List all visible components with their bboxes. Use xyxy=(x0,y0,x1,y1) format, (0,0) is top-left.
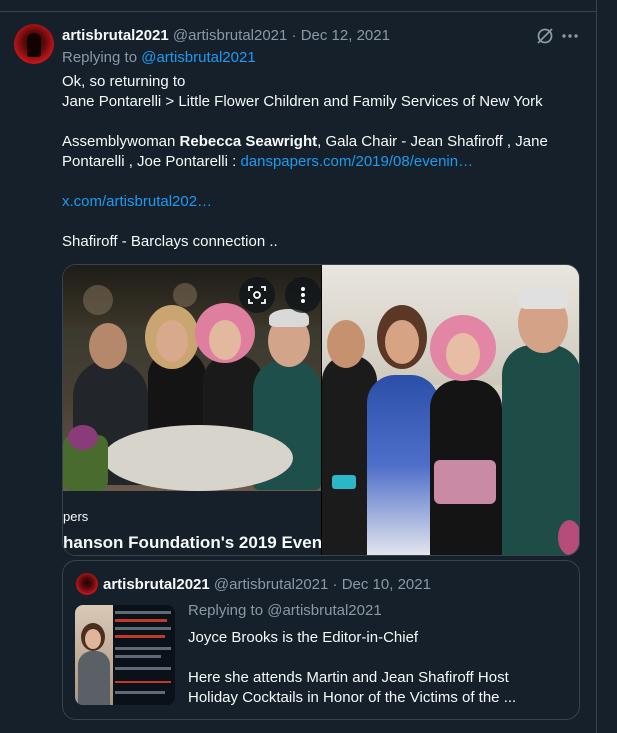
display-name[interactable]: artisbrutal2021 xyxy=(62,27,169,44)
tweet-line: Pontarelli , Joe Pontarelli : danspapers… xyxy=(62,152,582,172)
replying-prefix: Replying to xyxy=(62,49,142,66)
options-button[interactable] xyxy=(285,277,321,313)
tweet-text: Ok, so returning to Jane Pontarelli > Li… xyxy=(62,72,582,252)
tweet-line: Shafiroff - Barclays connection .. xyxy=(62,233,278,250)
separator-dot: · xyxy=(291,27,297,44)
event-photo-1[interactable] xyxy=(63,265,321,491)
quoted-thumbnail xyxy=(75,605,175,705)
card-title[interactable]: hanson Foundation's 2019 Eveni… xyxy=(63,533,321,553)
quoted-text: Joyce Brooks is the Editor-in-Chief Here… xyxy=(188,628,568,708)
x-link[interactable]: x.com/artisbrutal202… xyxy=(62,193,212,210)
quoted-replying-to: Replying to @artisbrutal2021 xyxy=(188,602,382,619)
quoted-line: Here she attends Martin and Jean Shafiro… xyxy=(188,669,509,686)
tweet-line: Jane Pontarelli > Little Flower Children… xyxy=(62,93,543,110)
tweet-text-fragment: Pontarelli , Joe Pontarelli : xyxy=(62,153,241,170)
tweet-line: Assemblywoman Rebecca Seawright, Gala Ch… xyxy=(62,132,582,152)
quoted-header: artisbrutal2021 @artisbrutal2021 · Dec 1… xyxy=(103,575,431,595)
avatar[interactable] xyxy=(14,24,54,64)
replying-handle-link[interactable]: @artisbrutal2021 xyxy=(141,49,255,66)
quoted-avatar xyxy=(76,573,98,595)
previous-tweet-divider xyxy=(0,0,597,12)
tweet-date[interactable]: Dec 12, 2021 xyxy=(301,27,390,44)
timeline-column: artisbrutal2021 @artisbrutal2021 · Dec 1… xyxy=(0,0,597,733)
event-photo-2[interactable] xyxy=(322,265,579,555)
quoted-tweet[interactable]: artisbrutal2021 @artisbrutal2021 · Dec 1… xyxy=(62,560,580,720)
quoted-handle: @artisbrutal2021 xyxy=(213,576,329,593)
quoted-display-name: artisbrutal2021 xyxy=(103,576,210,593)
tweet-text-fragment: , Gala Chair - Jean Shafiroff , Jane xyxy=(317,133,548,150)
quoted-line: Holiday Cocktails in Honor of the Victim… xyxy=(188,689,517,706)
tweet-header: artisbrutal2021 @artisbrutal2021 · Dec 1… xyxy=(62,26,390,46)
quoted-line: Joyce Brooks is the Editor-in-Chief xyxy=(188,629,419,646)
card-domain: pers xyxy=(63,509,89,524)
quoted-date: Dec 10, 2021 xyxy=(341,576,431,593)
mention-bold: Rebecca Seawright xyxy=(179,133,318,150)
tweet-line: Ok, so returning to xyxy=(62,73,186,90)
vertical-dots-icon xyxy=(301,287,305,303)
tweet-text-fragment: Assemblywoman xyxy=(62,133,180,150)
replying-to: Replying to @artisbrutal2021 xyxy=(62,48,256,68)
lens-button[interactable] xyxy=(239,277,275,313)
separator-dot: · xyxy=(332,576,338,593)
handle[interactable]: @artisbrutal2021 xyxy=(173,27,287,44)
tweet-line: x.com/artisbrutal202… xyxy=(62,192,582,212)
media-grid: pers hanson Foundation's 2019 Eveni… xyxy=(62,264,580,556)
more-icon[interactable] xyxy=(560,26,580,46)
lens-icon xyxy=(248,286,266,304)
danspapers-link[interactable]: danspapers.com/2019/08/evenin… xyxy=(240,153,473,170)
grok-icon[interactable] xyxy=(535,26,555,46)
link-card[interactable]: pers hanson Foundation's 2019 Eveni… xyxy=(63,265,321,555)
